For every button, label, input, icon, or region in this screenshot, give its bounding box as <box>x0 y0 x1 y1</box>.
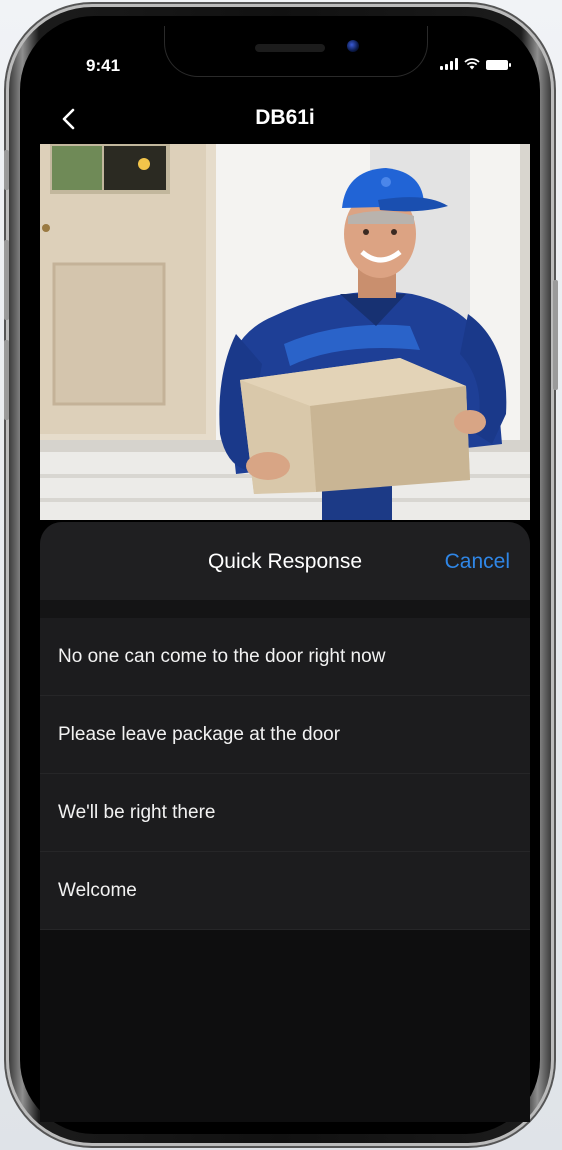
response-item-welcome[interactable]: Welcome <box>40 852 530 930</box>
delivery-person-image <box>40 144 530 520</box>
status-time: 9:41 <box>86 56 121 75</box>
nav-bar: DB61i <box>40 98 530 142</box>
notch <box>164 26 428 77</box>
app-screen: 9:41 DB61i Quick Response Cancel No one … <box>40 26 530 1122</box>
response-item-cannot-come[interactable]: No one can come to the door right now <box>40 618 530 696</box>
response-item-leave-package[interactable]: Please leave package at the door <box>40 696 530 774</box>
battery-icon <box>486 60 511 70</box>
device-mockup: 9:41 DB61i Quick Response Cancel No one … <box>0 0 562 1150</box>
mute-switch <box>4 150 9 190</box>
power-button <box>553 280 558 390</box>
wifi-icon <box>464 58 480 70</box>
volume-up-button <box>4 240 9 320</box>
speaker-grille <box>255 44 325 52</box>
front-camera <box>347 40 359 52</box>
camera-feed <box>40 144 530 520</box>
quick-response-sheet: Quick Response Cancel No one can come to… <box>40 522 530 1122</box>
cancel-button[interactable]: Cancel <box>445 550 510 574</box>
cellular-signal-icon <box>440 58 458 70</box>
response-list: No one can come to the door right now Pl… <box>40 618 530 930</box>
sheet-header: Quick Response Cancel <box>40 522 530 600</box>
volume-down-button <box>4 340 9 420</box>
response-item-right-there[interactable]: We'll be right there <box>40 774 530 852</box>
section-separator <box>40 600 530 618</box>
status-icons <box>440 58 511 70</box>
page-title: DB61i <box>255 106 315 129</box>
